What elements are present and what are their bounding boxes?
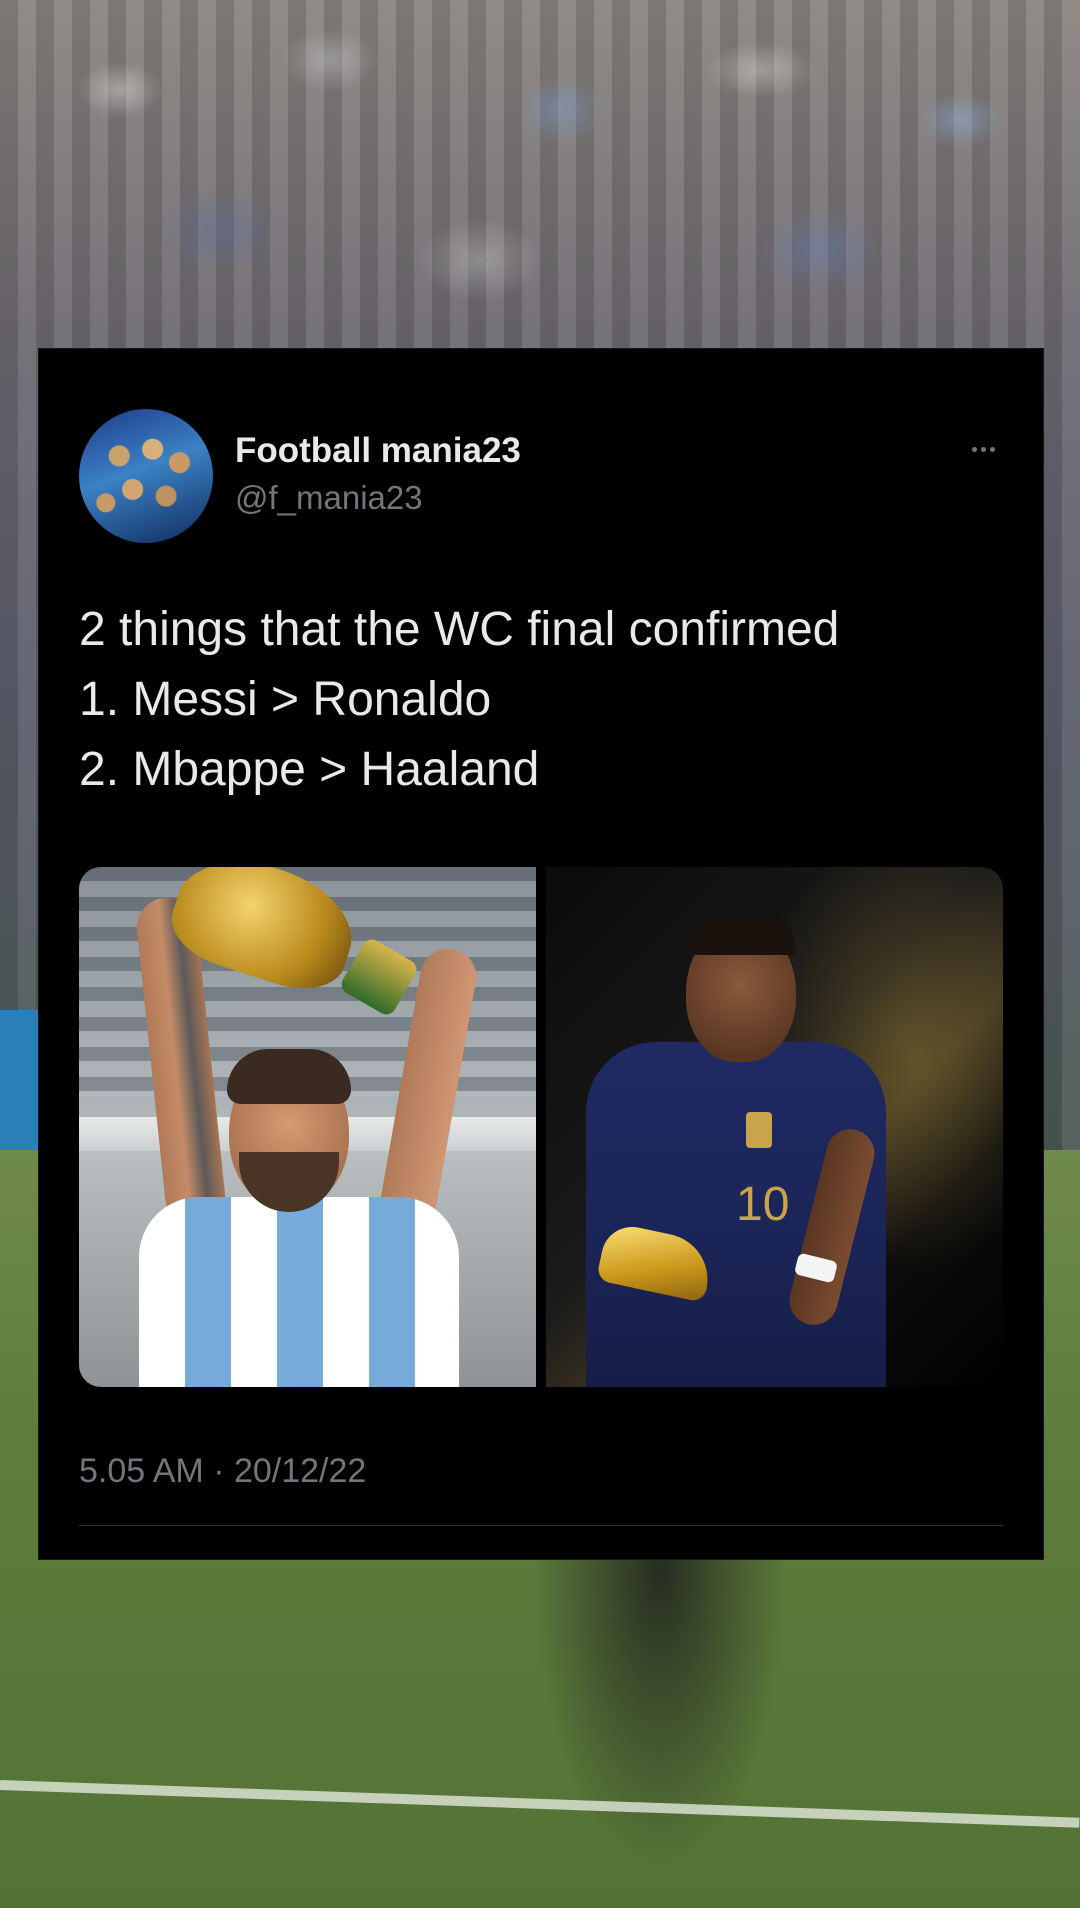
messi-trophy-photo[interactable] — [79, 867, 536, 1387]
author-handle[interactable]: @f_mania23 — [235, 479, 423, 517]
more-options-button[interactable] — [959, 431, 1007, 467]
divider — [79, 1525, 1003, 1526]
tweet-media-grid: 10 — [79, 867, 1003, 1387]
video-frame: Football mania23 @f_mania23 2 things tha… — [0, 0, 1080, 1908]
tweet-card[interactable]: Football mania23 @f_mania23 2 things tha… — [38, 348, 1044, 1560]
tweet-text-line: 2 things that the WC final confirmed — [79, 603, 840, 656]
tweet-text-line: 2. Mbappe > Haaland — [79, 743, 540, 796]
player-hair — [686, 915, 796, 955]
mbappe-golden-boot-photo[interactable]: 10 — [546, 867, 1003, 1387]
argentina-shirt — [139, 1197, 459, 1387]
avatar[interactable] — [79, 409, 213, 543]
champions-badge — [746, 1112, 772, 1148]
author-display-name[interactable]: Football mania23 — [235, 431, 521, 471]
jersey-number: 10 — [736, 1178, 790, 1231]
tweet-timestamp[interactable]: 5.05 AM · 20/12/22 — [79, 1451, 366, 1491]
tweet-text-line: 1. Messi > Ronaldo — [79, 673, 492, 726]
player-hair — [227, 1049, 351, 1104]
more-horizontal-icon — [971, 446, 995, 452]
tweet-text: 2 things that the WC final confirmed 1. … — [79, 595, 1009, 805]
